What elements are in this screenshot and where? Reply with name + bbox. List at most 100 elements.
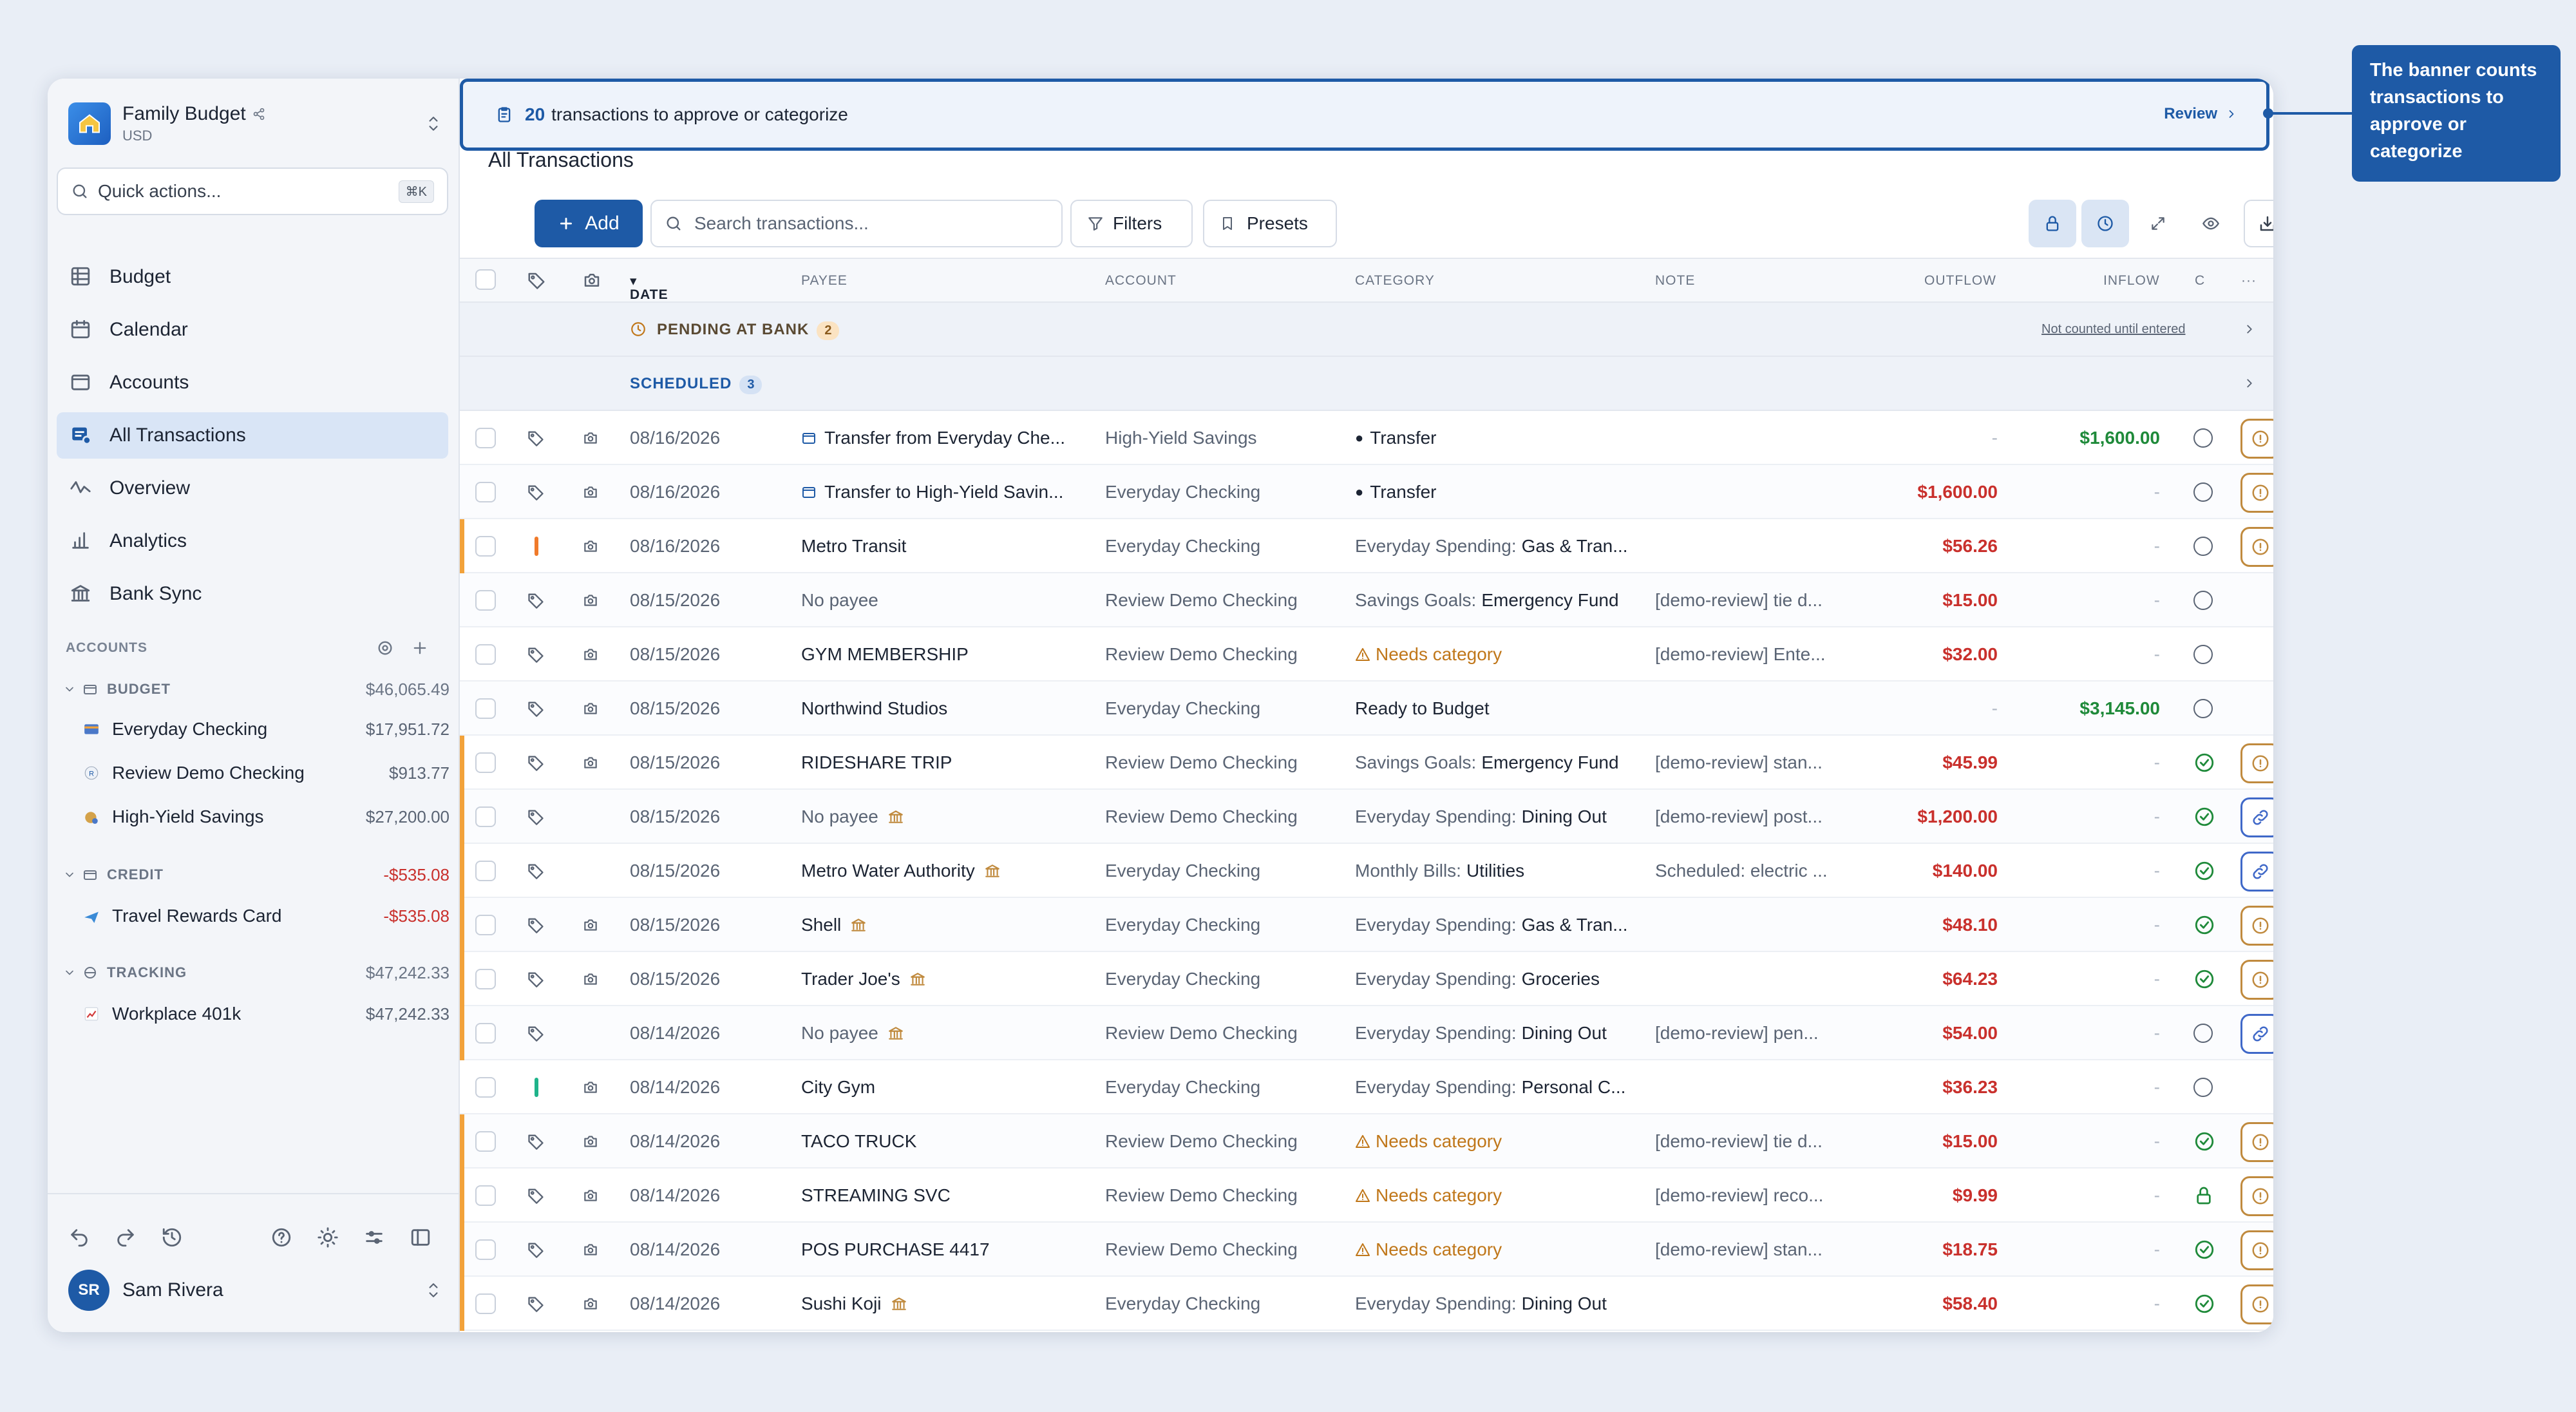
row-date[interactable]: 08/16/2026 bbox=[630, 519, 720, 573]
row-date[interactable]: 08/14/2026 bbox=[630, 1277, 720, 1331]
reconciled-lock-icon[interactable] bbox=[2193, 1169, 2214, 1223]
uncleared-circle-icon[interactable] bbox=[2193, 627, 2213, 682]
camera-icon[interactable] bbox=[582, 682, 599, 736]
camera-icon[interactable] bbox=[582, 1223, 599, 1277]
review-banner[interactable]: 20 transactions to approve or categorize… bbox=[460, 79, 2269, 151]
row-note[interactable] bbox=[1655, 411, 1848, 465]
row-outflow[interactable]: $56.26 bbox=[1942, 519, 1998, 573]
camera-icon[interactable] bbox=[582, 465, 599, 519]
review-info-button[interactable] bbox=[2240, 1122, 2273, 1162]
row-date[interactable]: 08/15/2026 bbox=[630, 844, 720, 898]
clock-toggle-button[interactable] bbox=[2081, 200, 2129, 247]
row-note[interactable]: [demo-review] stan... bbox=[1655, 1223, 1848, 1277]
row-account[interactable]: Review Demo Checking bbox=[1105, 736, 1298, 790]
camera-icon[interactable] bbox=[582, 952, 599, 1006]
add-button[interactable]: Add bbox=[535, 200, 643, 247]
tag-icon[interactable] bbox=[527, 1169, 545, 1223]
row-inflow[interactable]: - bbox=[2154, 952, 2160, 1006]
row-category[interactable]: Everyday Spending: Dining Out bbox=[1355, 1277, 1645, 1331]
table-row[interactable]: 08/14/2026 City Gym Everyday Checking Every… bbox=[460, 1060, 2273, 1114]
row-note[interactable]: [demo-review] Ente... bbox=[1655, 627, 1848, 682]
row-checkbox[interactable] bbox=[475, 952, 496, 1006]
camera-icon[interactable] bbox=[582, 1114, 599, 1169]
plus-icon[interactable] bbox=[411, 639, 429, 657]
camera-icon[interactable] bbox=[582, 573, 599, 627]
row-inflow[interactable]: - bbox=[2154, 790, 2160, 844]
row-date[interactable]: 08/14/2026 bbox=[630, 1060, 720, 1114]
camera-icon[interactable] bbox=[582, 736, 599, 790]
uncleared-circle-icon[interactable] bbox=[2193, 682, 2213, 736]
tag-icon[interactable] bbox=[527, 898, 545, 952]
group-credit[interactable]: CREDIT -$535.08 bbox=[63, 862, 450, 888]
tag-icon[interactable] bbox=[527, 1223, 545, 1277]
match-link-button[interactable] bbox=[2240, 852, 2273, 892]
tag-icon[interactable] bbox=[527, 1277, 545, 1331]
row-inflow[interactable]: - bbox=[2154, 1277, 2160, 1331]
account-high-yield-savings[interactable]: High-Yield Savings $27,200.00 bbox=[76, 797, 450, 836]
review-info-button[interactable] bbox=[2240, 473, 2273, 513]
camera-icon[interactable] bbox=[582, 1169, 599, 1223]
row-checkbox[interactable] bbox=[475, 411, 496, 465]
table-row[interactable]: 08/14/2026 STREAMING SVC Review Demo Check… bbox=[460, 1169, 2273, 1223]
row-note[interactable] bbox=[1655, 682, 1848, 736]
row-inflow[interactable]: - bbox=[2154, 1006, 2160, 1060]
row-account[interactable]: Everyday Checking bbox=[1105, 952, 1260, 1006]
cleared-check-icon[interactable] bbox=[2193, 736, 2215, 790]
uncleared-circle-icon[interactable] bbox=[2193, 1060, 2213, 1114]
camera-icon[interactable] bbox=[582, 519, 599, 573]
row-note[interactable] bbox=[1655, 1277, 1848, 1331]
table-row[interactable]: 08/15/2026 Northwind Studios Everyday Chec… bbox=[460, 682, 2273, 736]
table-row[interactable]: 08/16/2026 Transfer to High-Yield Savin..… bbox=[460, 465, 2273, 519]
uncleared-circle-icon[interactable] bbox=[2193, 411, 2213, 465]
table-row[interactable]: 08/14/2026 TACO TRUCK Review Demo Checking… bbox=[460, 1114, 2273, 1169]
col-payee[interactable]: PAYEE bbox=[801, 273, 848, 289]
row-note[interactable]: [demo-review] tie d... bbox=[1655, 1114, 1848, 1169]
row-date[interactable]: 08/14/2026 bbox=[630, 1114, 720, 1169]
row-outflow[interactable]: - bbox=[1992, 682, 1998, 736]
account-review-demo-checking[interactable]: R Review Demo Checking $913.77 bbox=[76, 754, 450, 792]
row-category[interactable]: Needs category bbox=[1355, 627, 1645, 682]
row-category[interactable]: Savings Goals: Emergency Fund bbox=[1355, 573, 1645, 627]
review-info-button[interactable] bbox=[2240, 1230, 2273, 1270]
table-row[interactable]: 08/15/2026 Metro Water Authority Everyday … bbox=[460, 844, 2273, 898]
row-outflow[interactable]: $18.75 bbox=[1942, 1223, 1998, 1277]
account-workplace-401k[interactable]: Workplace 401k $47,242.33 bbox=[76, 995, 450, 1033]
table-row[interactable]: 08/15/2026 No payee Review Demo Checking Sa… bbox=[460, 573, 2273, 627]
camera-icon[interactable] bbox=[582, 1277, 599, 1331]
row-checkbox[interactable] bbox=[475, 736, 496, 790]
row-account[interactable]: Everyday Checking bbox=[1105, 1277, 1260, 1331]
row-payee[interactable]: Transfer from Everyday Che... bbox=[801, 411, 1097, 465]
row-checkbox[interactable] bbox=[475, 1006, 496, 1060]
cleared-check-icon[interactable] bbox=[2193, 952, 2215, 1006]
uncleared-circle-icon[interactable] bbox=[2193, 1006, 2213, 1060]
visibility-button[interactable] bbox=[2187, 200, 2235, 247]
row-payee[interactable]: No payee bbox=[801, 573, 1097, 627]
undo-icon[interactable] bbox=[68, 1226, 91, 1250]
row-category[interactable]: Needs category bbox=[1355, 1114, 1645, 1169]
row-inflow[interactable]: $3,145.00 bbox=[2079, 682, 2160, 736]
col-account[interactable]: ACCOUNT bbox=[1105, 273, 1177, 289]
sliders-icon[interactable] bbox=[363, 1226, 386, 1250]
row-checkbox[interactable] bbox=[475, 1277, 496, 1331]
table-row[interactable]: 08/15/2026 No payee Review Demo Checking Ev… bbox=[460, 790, 2273, 844]
import-button[interactable] bbox=[2244, 200, 2273, 247]
review-info-button[interactable] bbox=[2240, 906, 2273, 946]
table-row[interactable]: 08/14/2026 Sushi Koji Everyday Checking Eve… bbox=[460, 1277, 2273, 1331]
row-outflow[interactable]: $15.00 bbox=[1942, 573, 1998, 627]
tag-icon[interactable] bbox=[527, 1114, 545, 1169]
row-date[interactable]: 08/15/2026 bbox=[630, 682, 720, 736]
row-payee[interactable]: Trader Joe's bbox=[801, 952, 1097, 1006]
row-category[interactable]: Savings Goals: Emergency Fund bbox=[1355, 736, 1645, 790]
row-note[interactable]: [demo-review] post... bbox=[1655, 790, 1848, 844]
flag-indicator[interactable] bbox=[535, 1060, 538, 1114]
nav-accounts[interactable]: Accounts bbox=[57, 359, 448, 406]
select-all-checkbox[interactable] bbox=[475, 269, 496, 290]
row-category[interactable]: Needs category bbox=[1355, 1169, 1645, 1223]
row-account[interactable]: Everyday Checking bbox=[1105, 465, 1260, 519]
account-travel-rewards-card[interactable]: Travel Rewards Card -$535.08 bbox=[76, 897, 450, 935]
row-payee[interactable]: Shell bbox=[801, 898, 1097, 952]
camera-icon[interactable] bbox=[582, 627, 599, 682]
row-account[interactable]: Review Demo Checking bbox=[1105, 790, 1298, 844]
row-inflow[interactable]: - bbox=[2154, 898, 2160, 952]
row-note[interactable] bbox=[1655, 952, 1848, 1006]
